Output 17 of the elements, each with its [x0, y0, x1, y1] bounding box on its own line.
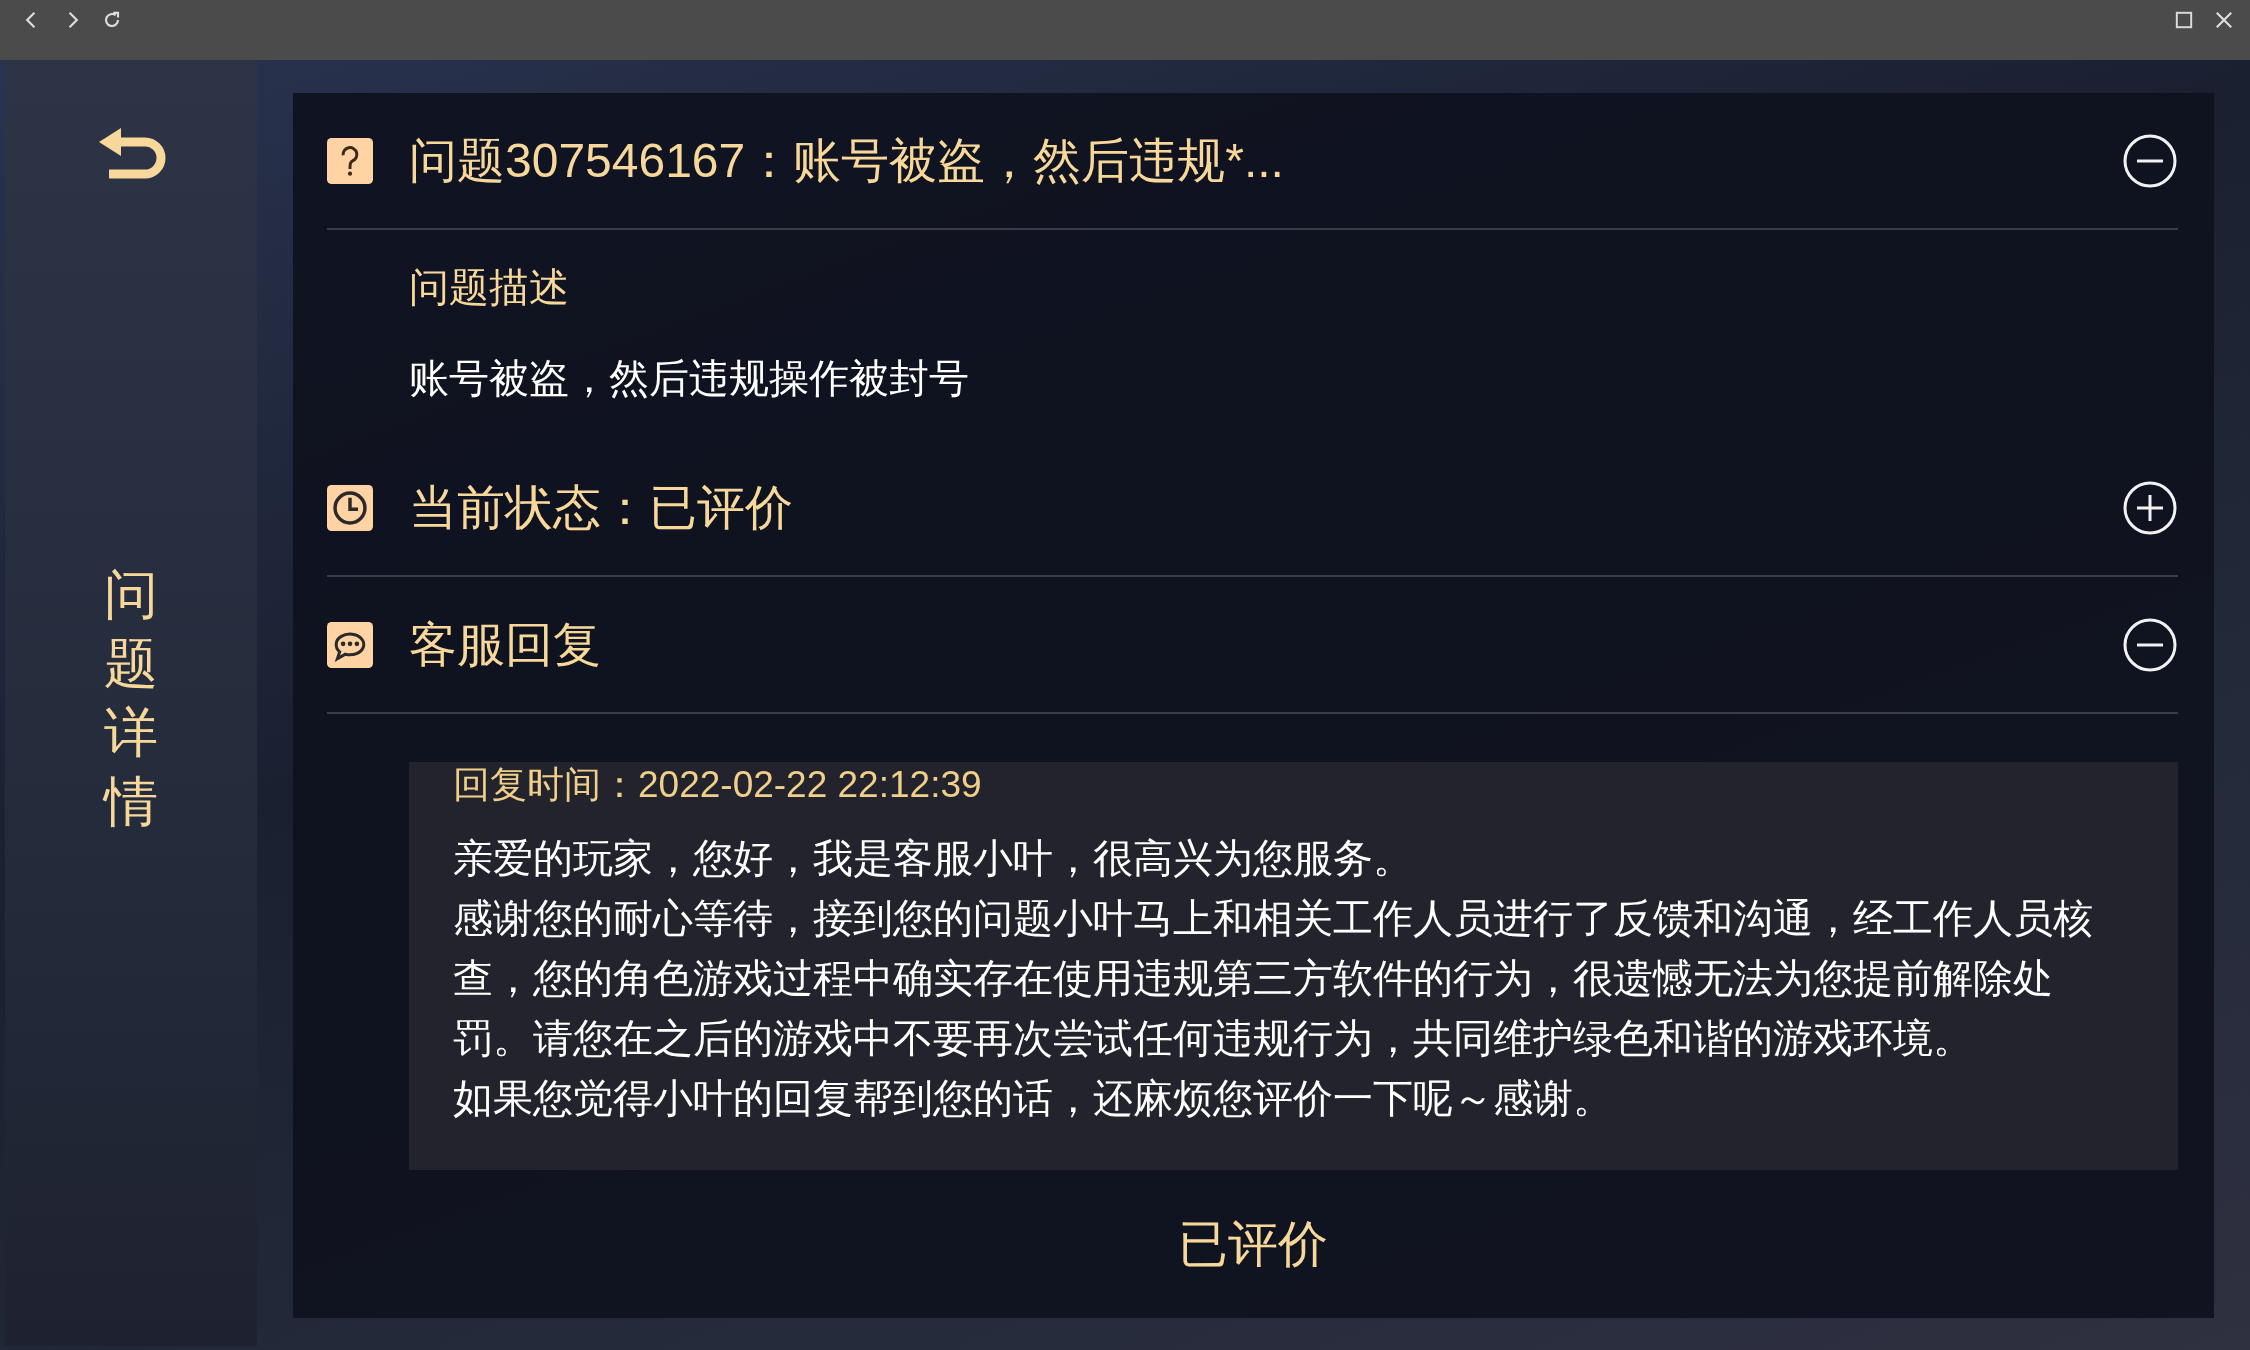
section-title: 客服回复 [409, 616, 602, 673]
chat-bubble-icon [327, 621, 373, 668]
description-text: 账号被盗，然后违规操作被封号 [409, 355, 970, 402]
reply-paragraph: 感谢您的耐心等待，接到您的问题小叶马上和相关工作人员进行了反馈和沟通，经工作人员核查，您的角色游戏过程中确实存在使用违规第三方软件的行为，很遗憾无法为您提前解除处罚。请您在之后的游戏中不要再次尝试任何违规行为，共同维护绿色和谐的游戏环境。 [453, 895, 2094, 1063]
clock-icon [327, 484, 373, 531]
section-title: 问题307546167：账号被盗，然后违规*... [409, 132, 1285, 189]
page-title: 问题详情 [104, 563, 158, 834]
reply-paragraph: 亲爱的玩家，您好，我是客服小叶，很高兴为您服务。 [453, 835, 1414, 883]
question-icon [327, 137, 373, 184]
reply-time: 回复时间：2022-02-22 22:12:39 [453, 763, 983, 807]
rating-status: 已评价 [1177, 1214, 1328, 1274]
collapse-icon[interactable] [2122, 616, 2178, 673]
collapse-icon[interactable] [2122, 132, 2178, 189]
section-title: 当前状态：已评价 [409, 479, 794, 536]
reply-paragraph: 如果您觉得小叶的回复帮到您的话，还麻烦您评价一下呢～感谢。 [453, 1075, 1614, 1123]
expand-icon[interactable] [2122, 479, 2178, 536]
description-label: 问题描述 [409, 264, 570, 311]
